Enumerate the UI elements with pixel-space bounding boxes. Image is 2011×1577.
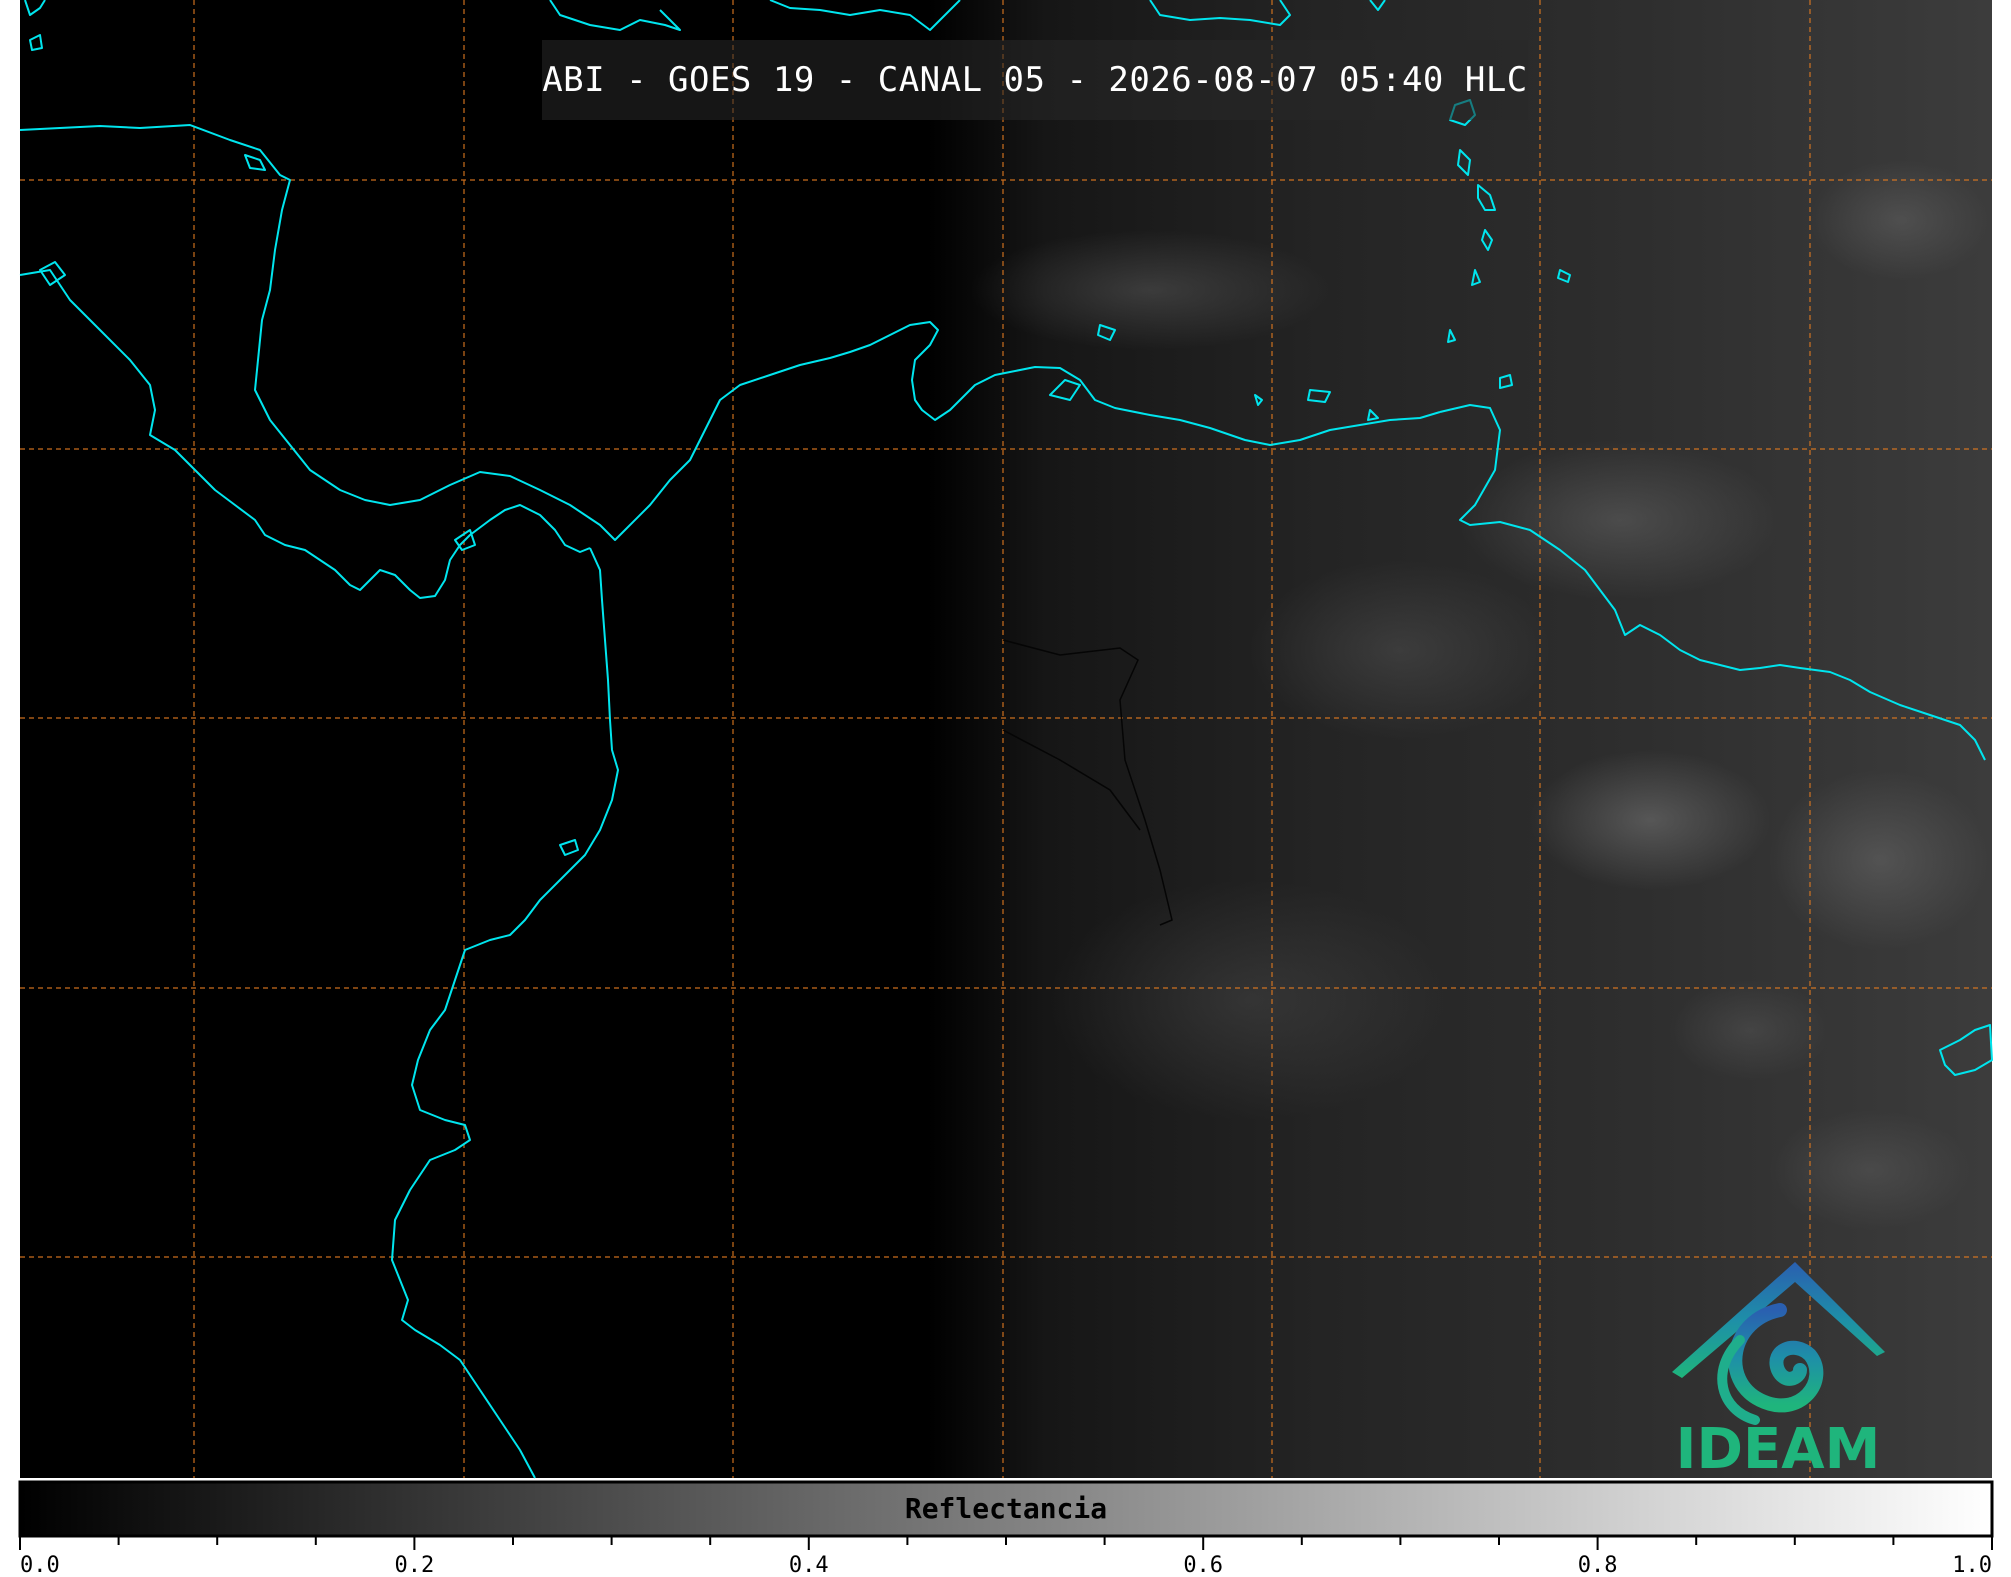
colorbar-tick-label: 0.4 xyxy=(789,1553,829,1577)
colorbar-tick-label: 0.8 xyxy=(1578,1553,1618,1577)
satellite-imagery xyxy=(20,0,1992,1478)
map-frame xyxy=(19,0,1993,1479)
colorbar: Reflectancia 0.0 0.2 0.4 0.6 0.8 1.0 xyxy=(18,1480,1994,1577)
colorbar-tick-label: 1.0 xyxy=(1952,1553,1992,1577)
image-title: ABI - GOES 19 - CANAL 05 - 2026-08-07 05… xyxy=(542,60,1528,100)
satellite-map: IDEAM Reflectancia 0.0 0.2 0.4 0.6 0.8 1.0 xyxy=(18,0,1994,1577)
colorbar-tick-label: 0.0 xyxy=(20,1553,60,1577)
colorbar-tick-label: 0.6 xyxy=(1183,1553,1223,1577)
colorbar-ticks: 0.0 0.2 0.4 0.6 0.8 1.0 xyxy=(19,1536,1993,1577)
image-title-box: ABI - GOES 19 - CANAL 05 - 2026-08-07 05… xyxy=(542,40,1528,120)
ideam-logo-text: IDEAM xyxy=(1676,1417,1881,1482)
colorbar-tick-label: 0.2 xyxy=(395,1553,435,1577)
colorbar-label: Reflectancia xyxy=(905,1492,1107,1525)
